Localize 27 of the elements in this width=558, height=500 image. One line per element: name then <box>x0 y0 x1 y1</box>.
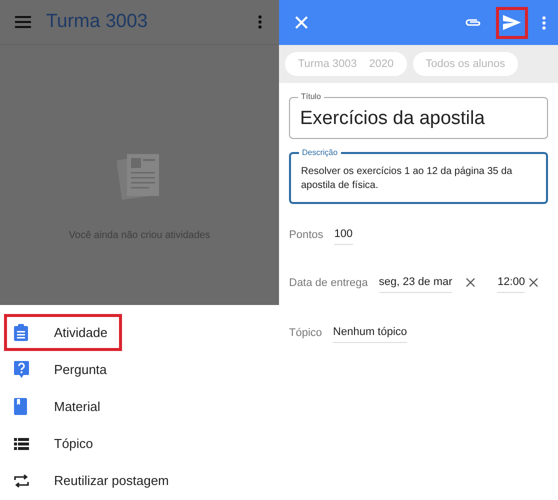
menu-item[interactable]: Reutilizar postagem <box>4 462 172 499</box>
menu-item[interactable]: Atividade <box>4 314 122 351</box>
send-icon <box>503 15 521 30</box>
close-icon[interactable] <box>295 16 308 29</box>
clear-icon[interactable] <box>466 278 476 287</box>
points-label: Pontos <box>289 228 324 240</box>
paperclip-icon[interactable] <box>465 18 482 27</box>
time-field[interactable]: 12:00 <box>497 272 525 293</box>
clear-icon[interactable] <box>529 278 538 287</box>
menu-item[interactable]: Tópico <box>4 425 122 462</box>
send-button[interactable] <box>496 6 528 38</box>
more-options-icon[interactable] <box>258 15 262 29</box>
due-date-label: Data de entrega <box>289 276 368 288</box>
points-field[interactable]: 100 <box>334 224 353 245</box>
topic-field[interactable]: Nenhum tópico <box>333 322 408 343</box>
menu-icon[interactable] <box>15 16 31 28</box>
more-options-icon[interactable] <box>542 16 546 30</box>
repeat-icon <box>14 474 29 488</box>
book-icon <box>14 398 27 415</box>
question-icon <box>14 361 29 378</box>
menu-item[interactable]: Material <box>4 388 122 425</box>
list-icon <box>14 438 29 450</box>
menu-item[interactable]: Pergunta <box>4 351 122 388</box>
topic-label: Tópico <box>289 326 322 338</box>
date-field[interactable]: seg, 23 de mar <box>378 272 452 293</box>
clipboard-icon <box>14 324 28 341</box>
class-title: Turma 3003 <box>46 11 149 33</box>
